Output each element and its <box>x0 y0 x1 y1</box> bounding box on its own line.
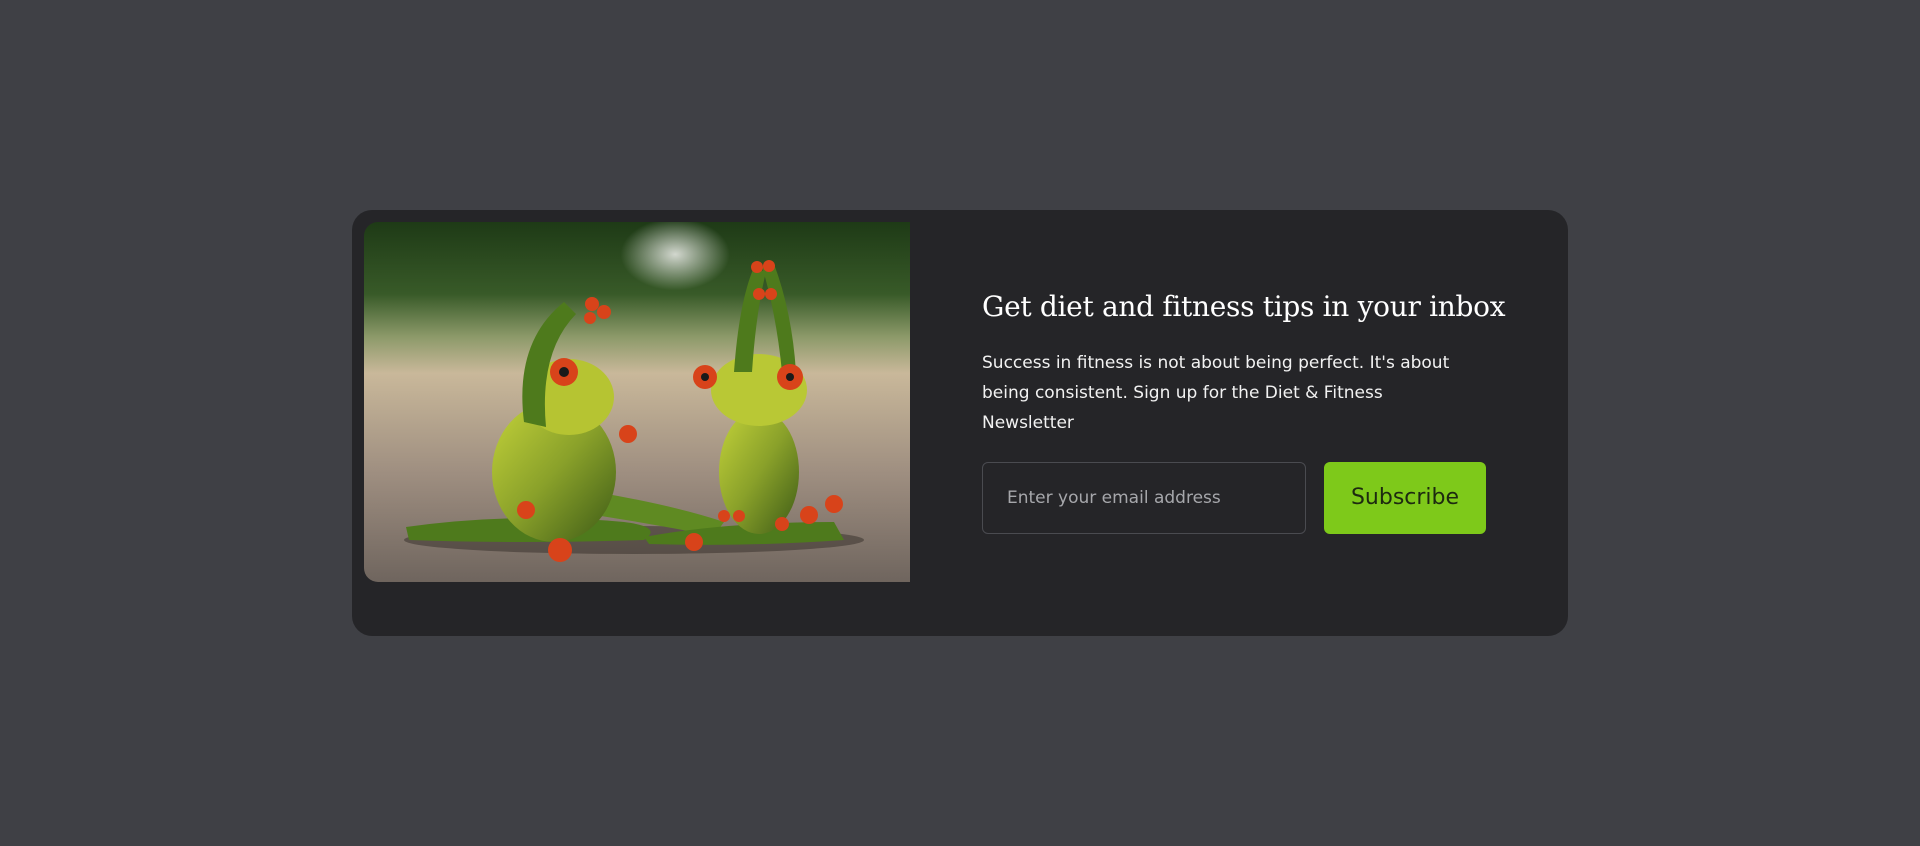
frog-yoga-illustration <box>364 222 910 582</box>
frog-yoga-image <box>364 222 910 582</box>
newsletter-description: Success in fitness is not about being pe… <box>982 352 1450 433</box>
email-input[interactable] <box>982 461 1306 534</box>
subscribe-button[interactable]: Subscribe <box>1324 461 1486 534</box>
subscribe-form: Subscribe <box>982 461 1502 534</box>
newsletter-card: Get diet and fitness tips in your inbox … <box>352 210 1568 636</box>
newsletter-content: Get diet and fitness tips in your inbox … <box>982 290 1506 534</box>
newsletter-title: Get diet and fitness tips in your inbox <box>982 290 1506 323</box>
